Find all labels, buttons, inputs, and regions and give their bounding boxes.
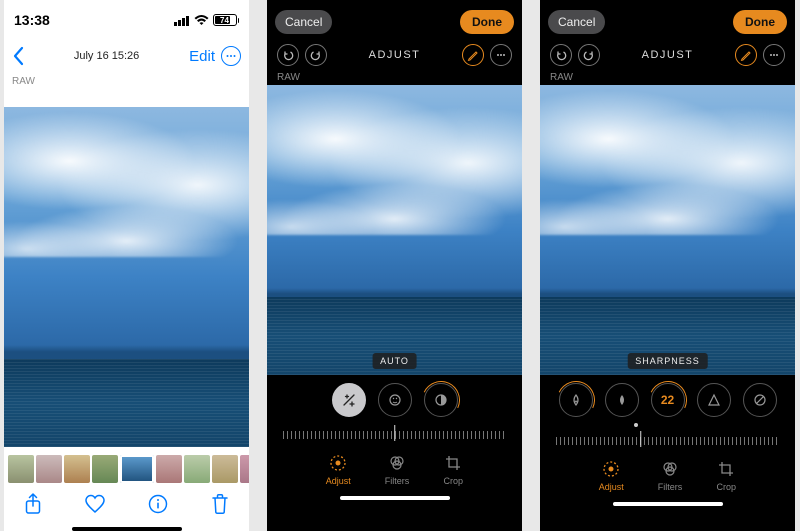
crop-icon [443,453,463,473]
tab-filters[interactable]: Filters [658,459,683,492]
tint-dial[interactable] [559,383,593,417]
adjustment-label: SHARPNESS [627,353,708,369]
vibrance-dial[interactable] [605,383,639,417]
tab-label: Adjust [326,476,351,486]
undo-icon[interactable] [550,44,572,66]
more-icon[interactable] [490,44,512,66]
done-button[interactable]: Done [460,10,514,34]
wifi-icon [194,15,209,26]
markup-icon[interactable] [462,44,484,66]
info-icon[interactable] [147,493,169,515]
raw-badge: RAW [267,70,522,85]
home-indicator[interactable] [340,496,450,500]
sharpness-dial[interactable]: 22 [651,383,685,417]
clock: 13:38 [14,12,50,28]
undo-icon[interactable] [277,44,299,66]
edit-nav: Cancel Done [267,0,522,40]
more-button[interactable] [221,46,241,66]
mode-title: ADJUST [369,49,421,61]
edit-tabs: Adjust Filters Crop [267,445,522,490]
back-button[interactable] [12,46,24,66]
tab-label: Crop [443,476,463,486]
adjustment-slider[interactable] [283,425,506,445]
thumbnail[interactable] [8,455,34,483]
redo-icon[interactable] [578,44,600,66]
thumbnail-strip[interactable] [4,447,249,485]
filters-icon [660,459,680,479]
adjust-icon [601,459,621,479]
brilliance-dial[interactable] [424,383,458,417]
share-icon[interactable] [22,493,44,515]
done-button[interactable]: Done [733,10,787,34]
photo-viewer-screen: 13:38 74 July 16 15:26 Edit [4,0,249,531]
nav-bar: July 16 15:26 Edit [4,40,249,72]
photo-date: July 16 15:26 [24,50,189,62]
favorite-icon[interactable] [84,493,106,515]
thumbnail[interactable] [156,455,182,483]
edit-preview[interactable]: SHARPNESS [540,85,795,375]
raw-badge: RAW [4,72,249,93]
edit-button[interactable]: Edit [189,48,215,65]
thumbnail[interactable] [92,455,118,483]
trash-icon[interactable] [209,493,231,515]
thumbnail[interactable] [212,455,238,483]
edit-toolbar: ADJUST [540,40,795,70]
edit-screen-auto: Cancel Done ADJUST RAW AUTO [267,0,522,531]
bottom-toolbar [4,485,249,523]
crop-icon [716,459,736,479]
cancel-button[interactable]: Cancel [275,10,332,34]
definition-dial[interactable] [697,383,731,417]
exposure-dial[interactable] [378,383,412,417]
redo-icon[interactable] [305,44,327,66]
cancel-button[interactable]: Cancel [548,10,605,34]
home-indicator[interactable] [613,502,723,506]
tab-adjust[interactable]: Adjust [326,453,351,486]
slider-indicator-dot [634,423,638,427]
battery-icon: 74 [213,14,240,26]
edit-tabs: Adjust Filters Crop [540,451,795,496]
noise-dial[interactable] [743,383,777,417]
edit-toolbar: ADJUST [267,40,522,70]
edit-screen-sharpness: Cancel Done ADJUST RAW SHARPNESS 22 [540,0,795,531]
home-indicator[interactable] [72,527,182,531]
edit-nav: Cancel Done [540,0,795,40]
signal-icon [174,15,190,26]
raw-badge: RAW [540,70,795,85]
mode-title: ADJUST [642,49,694,61]
status-icons: 74 [174,14,240,26]
thumbnail[interactable] [240,455,249,483]
adjustment-dials: 22 [540,375,795,421]
tab-filters[interactable]: Filters [385,453,410,486]
adjust-icon [328,453,348,473]
adjustment-label: AUTO [372,353,417,369]
adjustment-slider[interactable] [556,431,779,451]
thumbnail-selected[interactable] [120,455,154,483]
tab-label: Filters [385,476,410,486]
tab-crop[interactable]: Crop [443,453,463,486]
edit-preview[interactable]: AUTO [267,85,522,375]
tab-label: Adjust [599,482,624,492]
filters-icon [387,453,407,473]
status-bar: 13:38 74 [4,0,249,40]
thumbnail[interactable] [184,455,210,483]
auto-dial[interactable] [332,383,366,417]
photo-preview[interactable] [4,107,249,447]
markup-icon[interactable] [735,44,757,66]
adjustment-dials [267,375,522,421]
thumbnail[interactable] [64,455,90,483]
tab-adjust[interactable]: Adjust [599,459,624,492]
tab-crop[interactable]: Crop [716,459,736,492]
more-icon[interactable] [763,44,785,66]
tab-label: Filters [658,482,683,492]
tab-label: Crop [716,482,736,492]
thumbnail[interactable] [36,455,62,483]
